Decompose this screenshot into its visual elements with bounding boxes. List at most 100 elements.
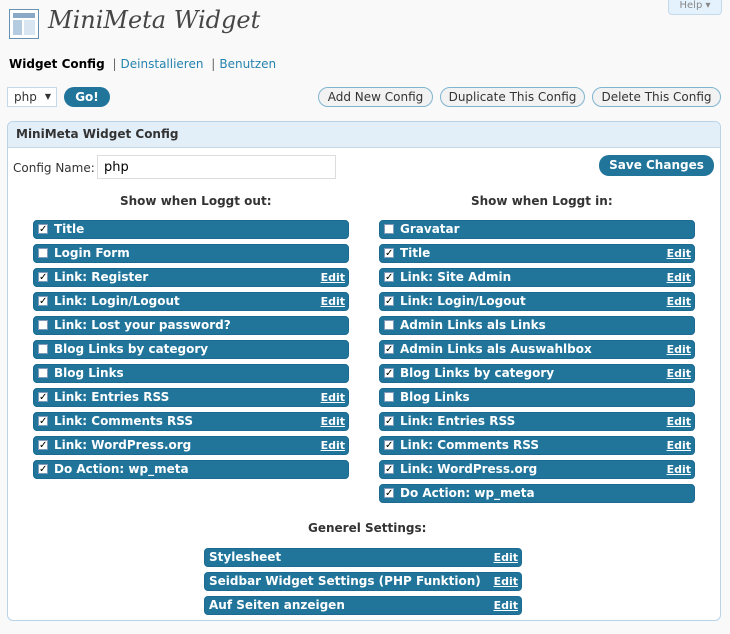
option-checkbox[interactable]: ✓ — [384, 272, 394, 283]
option-label: Title — [400, 246, 431, 260]
save-changes-button[interactable]: Save Changes — [599, 155, 714, 176]
logged-in-option: Admin Links als Links — [379, 316, 695, 335]
logged-in-option: Blog Links — [379, 388, 695, 407]
option-checkbox[interactable]: ✓ — [38, 296, 48, 307]
option-label: Blog Links — [400, 390, 470, 404]
option-checkbox[interactable]: ✓ — [38, 224, 48, 235]
logged-in-option: ✓ Link: Site Admin Edit — [379, 268, 695, 287]
logged-in-option: ✓ Link: Login/Logout Edit — [379, 292, 695, 311]
option-checkbox[interactable]: ✓ — [384, 440, 394, 451]
config-name-label: Config Name: — [13, 161, 95, 175]
general-settings-heading: Generel Settings: — [308, 521, 427, 535]
logged-out-option: ✓ Link: Entries RSS Edit — [33, 388, 349, 407]
logged-out-option: ✓ Link: Register Edit — [33, 268, 349, 287]
duplicate-config-button[interactable]: Duplicate This Config — [440, 87, 585, 107]
config-name-input[interactable] — [97, 155, 336, 179]
option-checkbox[interactable]: ✓ — [384, 296, 394, 307]
logged-out-option: Blog Links — [33, 364, 349, 383]
option-edit-link[interactable]: Edit — [667, 293, 691, 310]
go-button[interactable]: Go! — [64, 87, 110, 107]
delete-config-button[interactable]: Delete This Config — [592, 87, 721, 107]
option-edit-link[interactable]: Edit — [494, 549, 518, 566]
option-label: Blog Links — [54, 366, 124, 380]
option-label: Link: Comments RSS — [400, 438, 540, 452]
widget-settings-icon — [9, 9, 39, 39]
option-label: Title — [54, 222, 85, 236]
logged-in-option: ✓ Link: Entries RSS Edit — [379, 412, 695, 431]
option-checkbox[interactable] — [384, 224, 394, 234]
logged-in-option: ✓ Title Edit — [379, 244, 695, 263]
option-checkbox[interactable]: ✓ — [384, 344, 394, 355]
option-label: Link: WordPress.org — [400, 462, 538, 476]
option-edit-link[interactable]: Edit — [667, 461, 691, 478]
option-label: Do Action: wp_meta — [54, 462, 189, 476]
option-edit-link[interactable]: Edit — [494, 573, 518, 590]
option-checkbox[interactable]: ✓ — [384, 248, 394, 259]
panel-header: MiniMeta Widget Config — [8, 122, 720, 148]
option-edit-link[interactable]: Edit — [321, 413, 345, 430]
config-select[interactable]: php ▼ — [7, 87, 57, 107]
option-edit-link[interactable]: Edit — [667, 245, 691, 262]
option-edit-link[interactable]: Edit — [667, 365, 691, 382]
panel-title: MiniMeta Widget Config — [16, 127, 179, 141]
option-label: Admin Links als Auswahlbox — [400, 342, 592, 356]
option-label: Link: Lost your password? — [54, 318, 231, 332]
help-tab[interactable]: Help ▾ — [668, 0, 722, 15]
subnav-usage-link[interactable]: Benutzen — [219, 57, 276, 71]
option-edit-link[interactable]: Edit — [321, 389, 345, 406]
logged-out-option: Login Form — [33, 244, 349, 263]
logged-out-option: ✓ Do Action: wp_meta — [33, 460, 349, 479]
option-edit-link[interactable]: Edit — [321, 437, 345, 454]
option-label: Link: Entries RSS — [54, 390, 170, 404]
option-label: Link: Login/Logout — [400, 294, 526, 308]
option-label: Do Action: wp_meta — [400, 486, 535, 500]
option-checkbox[interactable]: ✓ — [38, 464, 48, 475]
option-checkbox[interactable]: ✓ — [384, 416, 394, 427]
option-label: Blog Links by category — [400, 366, 555, 380]
logged-out-option: ✓ Link: Login/Logout Edit — [33, 292, 349, 311]
option-label: Gravatar — [400, 222, 460, 236]
general-setting-option: Auf Seiten anzeigen Edit — [204, 596, 522, 615]
option-edit-link[interactable]: Edit — [667, 269, 691, 286]
option-checkbox[interactable]: ✓ — [384, 488, 394, 499]
option-checkbox[interactable] — [38, 248, 48, 258]
subnav-uninstall-link[interactable]: Deinstallieren — [121, 57, 204, 71]
option-checkbox[interactable] — [38, 368, 48, 378]
subnav-separator: | — [112, 57, 117, 71]
option-checkbox[interactable]: ✓ — [384, 464, 394, 475]
option-edit-link[interactable]: Edit — [667, 437, 691, 454]
option-edit-link[interactable]: Edit — [321, 269, 345, 286]
option-edit-link[interactable]: Edit — [321, 293, 345, 310]
logged-out-option: ✓ Title — [33, 220, 349, 239]
option-label: Link: Register — [54, 270, 149, 284]
option-checkbox[interactable]: ✓ — [38, 272, 48, 283]
subnav: Widget Config | Deinstallieren | Benutzen — [9, 57, 276, 71]
option-checkbox[interactable] — [38, 320, 48, 330]
option-edit-link[interactable]: Edit — [494, 597, 518, 614]
option-edit-link[interactable]: Edit — [667, 341, 691, 358]
option-checkbox[interactable]: ✓ — [384, 368, 394, 379]
add-config-button[interactable]: Add New Config — [318, 87, 433, 107]
option-checkbox[interactable]: ✓ — [38, 392, 48, 403]
option-label: Stylesheet — [209, 550, 282, 564]
logged-in-option: ✓ Do Action: wp_meta — [379, 484, 695, 503]
option-label: Link: Site Admin — [400, 270, 512, 284]
option-checkbox[interactable] — [384, 320, 394, 330]
logged-in-option: ✓ Link: WordPress.org Edit — [379, 460, 695, 479]
option-checkbox[interactable] — [384, 392, 394, 402]
subnav-widget-config[interactable]: Widget Config — [9, 57, 105, 71]
logged-out-option: Link: Lost your password? — [33, 316, 349, 335]
logged-in-option: ✓ Link: Comments RSS Edit — [379, 436, 695, 455]
option-label: Auf Seiten anzeigen — [209, 598, 345, 612]
option-label: Link: Comments RSS — [54, 414, 194, 428]
option-checkbox[interactable]: ✓ — [38, 416, 48, 427]
general-setting-option: Seidbar Widget Settings (PHP Funktion) Ed… — [204, 572, 522, 591]
general-setting-option: Stylesheet Edit — [204, 548, 522, 567]
option-checkbox[interactable]: ✓ — [38, 440, 48, 451]
option-checkbox[interactable] — [38, 344, 48, 354]
logged-in-heading: Show when Loggt in: — [471, 194, 613, 208]
page-title: MiniMeta Widget — [48, 6, 261, 34]
option-edit-link[interactable]: Edit — [667, 413, 691, 430]
option-label: Link: Login/Logout — [54, 294, 180, 308]
config-select-value: php — [14, 90, 37, 104]
